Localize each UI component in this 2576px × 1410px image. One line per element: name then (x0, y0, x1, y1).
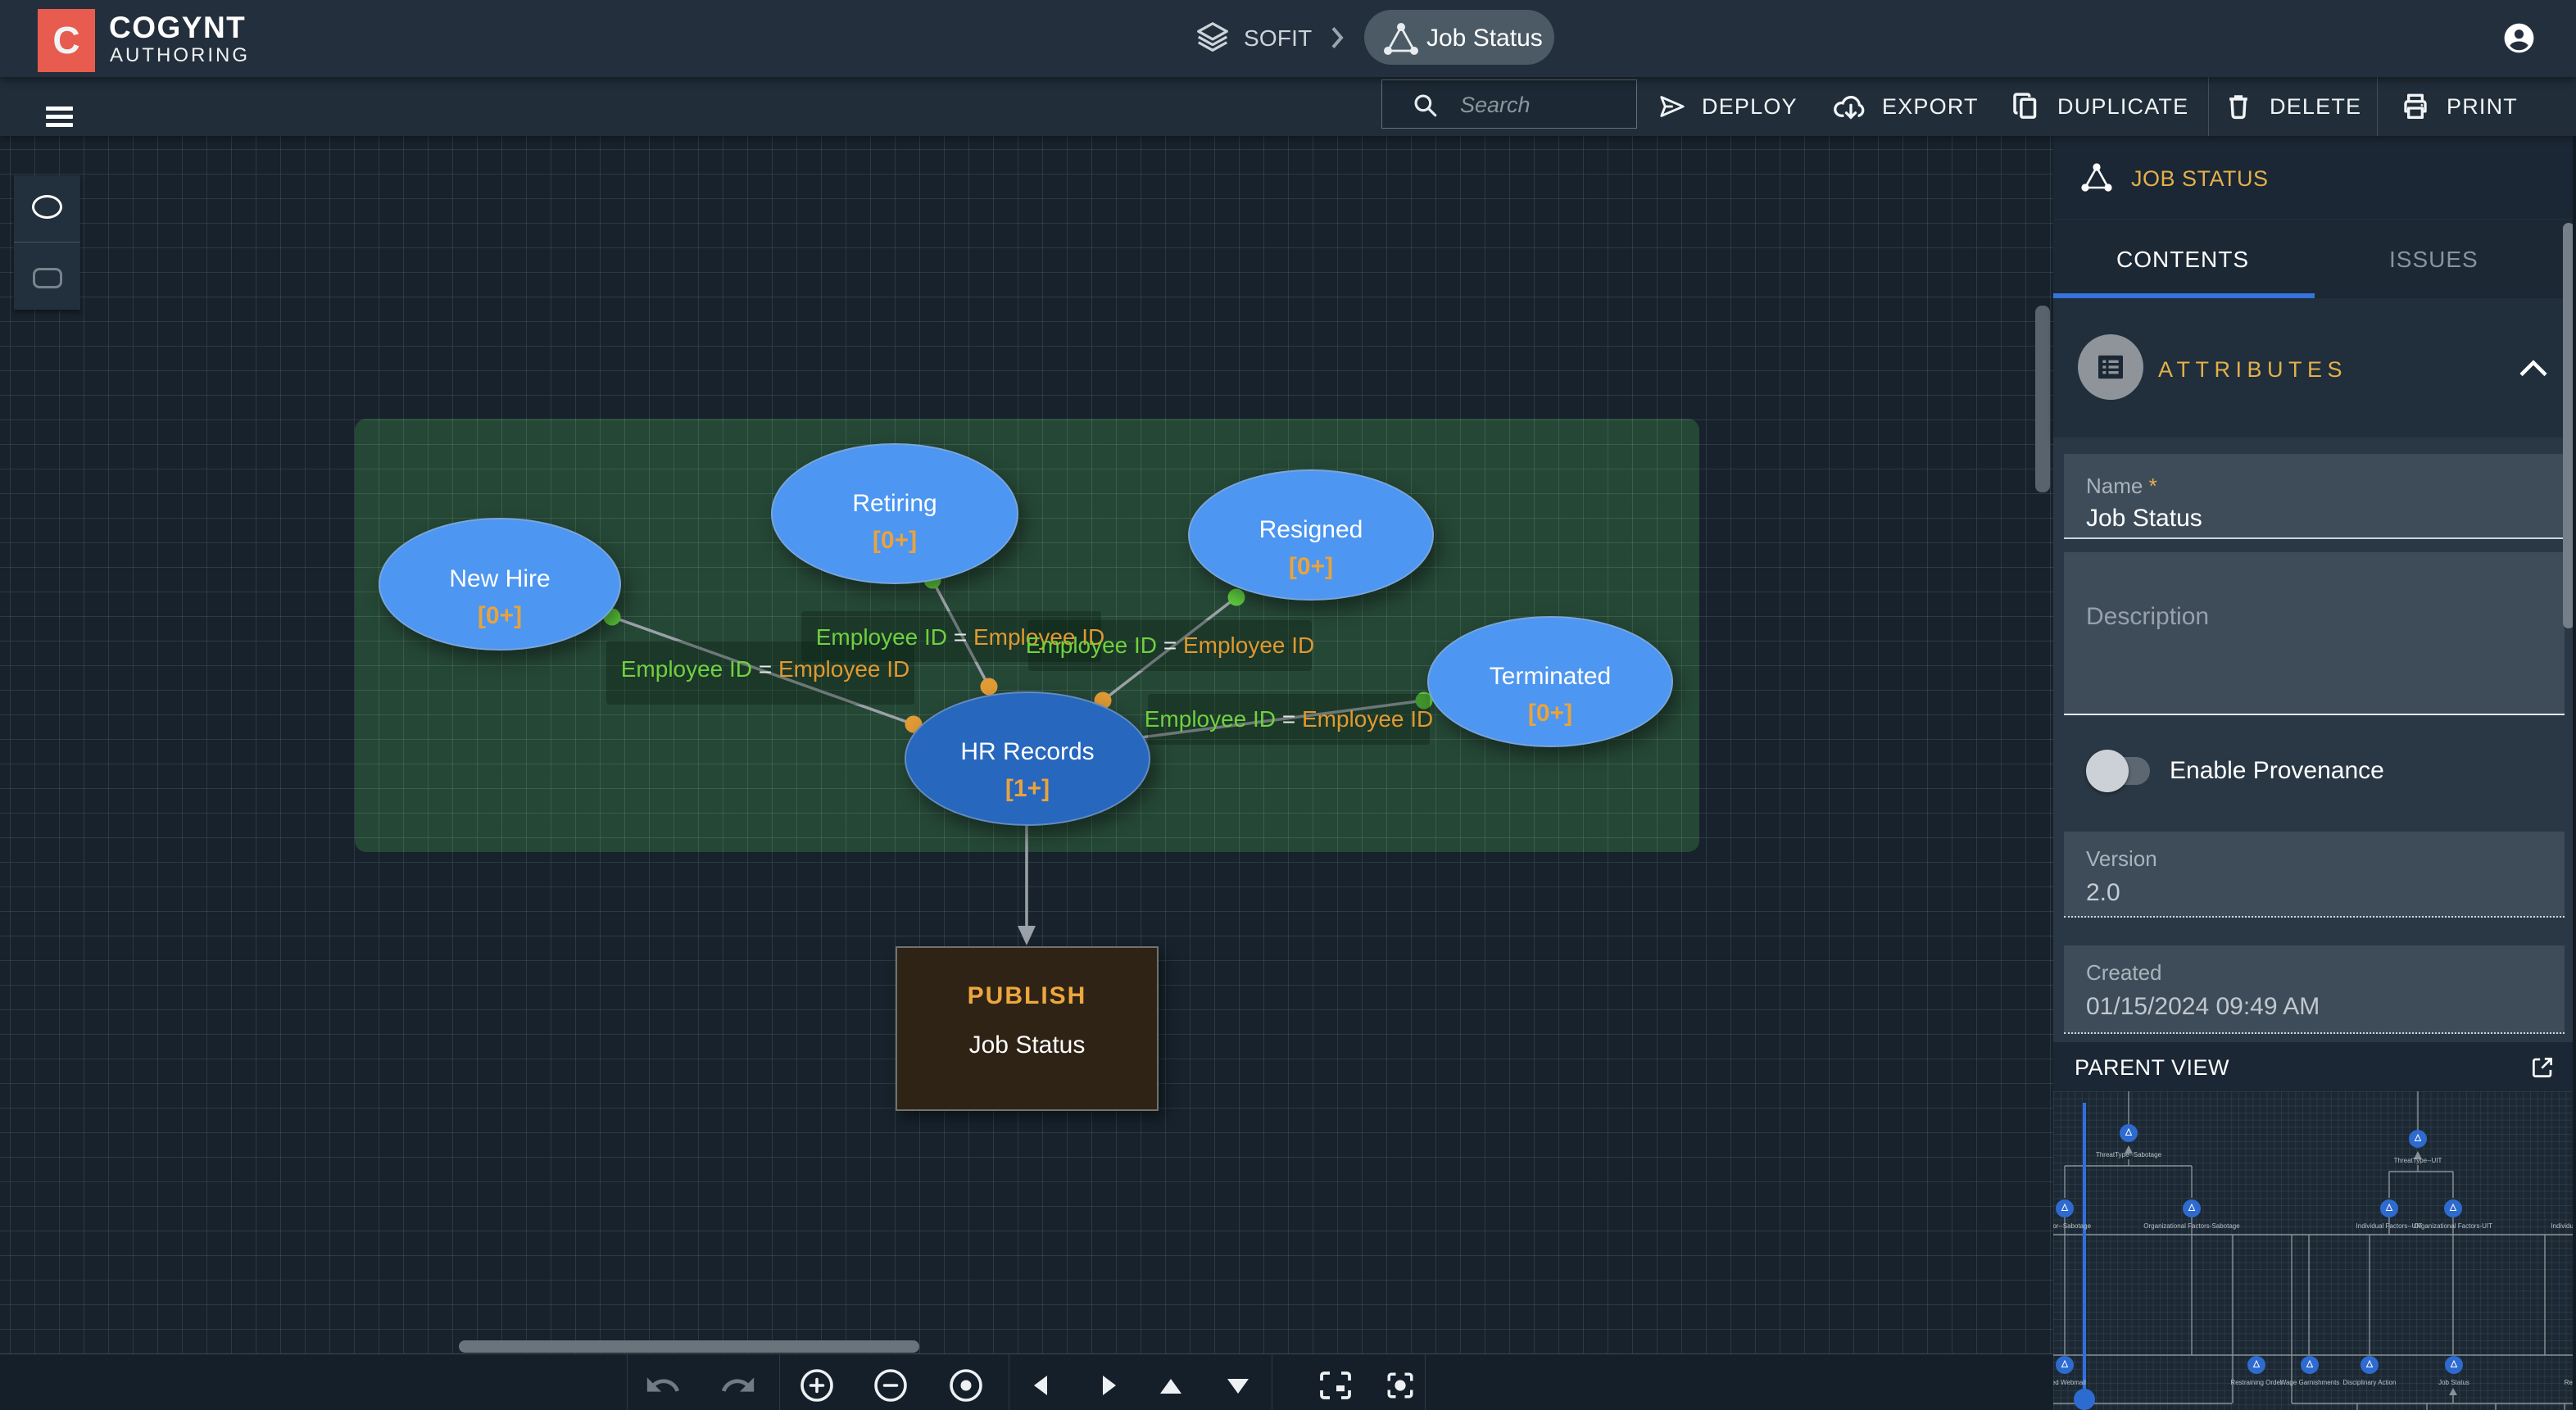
svg-text:ThreatType--UIT: ThreatType--UIT (2394, 1157, 2442, 1164)
svg-text:Restraining Order: Restraining Order (2230, 1379, 2282, 1386)
svg-text:Disciplinary Action: Disciplinary Action (2343, 1379, 2397, 1386)
svg-text:lFactor--Sabotage: lFactor--Sabotage (2053, 1222, 2092, 1230)
svg-text:Individual Factors--UIT: Individual Factors--UIT (2356, 1222, 2423, 1230)
svg-text:Organizational Factors-Sabotag: Organizational Factors-Sabotage (2143, 1222, 2240, 1230)
svg-text:Wage Garnishments: Wage Garnishments (2280, 1379, 2340, 1386)
svg-text:listed Webmail: listed Webmail (2053, 1379, 2086, 1386)
svg-text:ThreatType--Sabotage: ThreatType--Sabotage (2096, 1151, 2162, 1158)
svg-text:Job Status: Job Status (2438, 1379, 2469, 1386)
svg-text:Organizational Factors-UIT: Organizational Factors-UIT (2414, 1222, 2492, 1230)
